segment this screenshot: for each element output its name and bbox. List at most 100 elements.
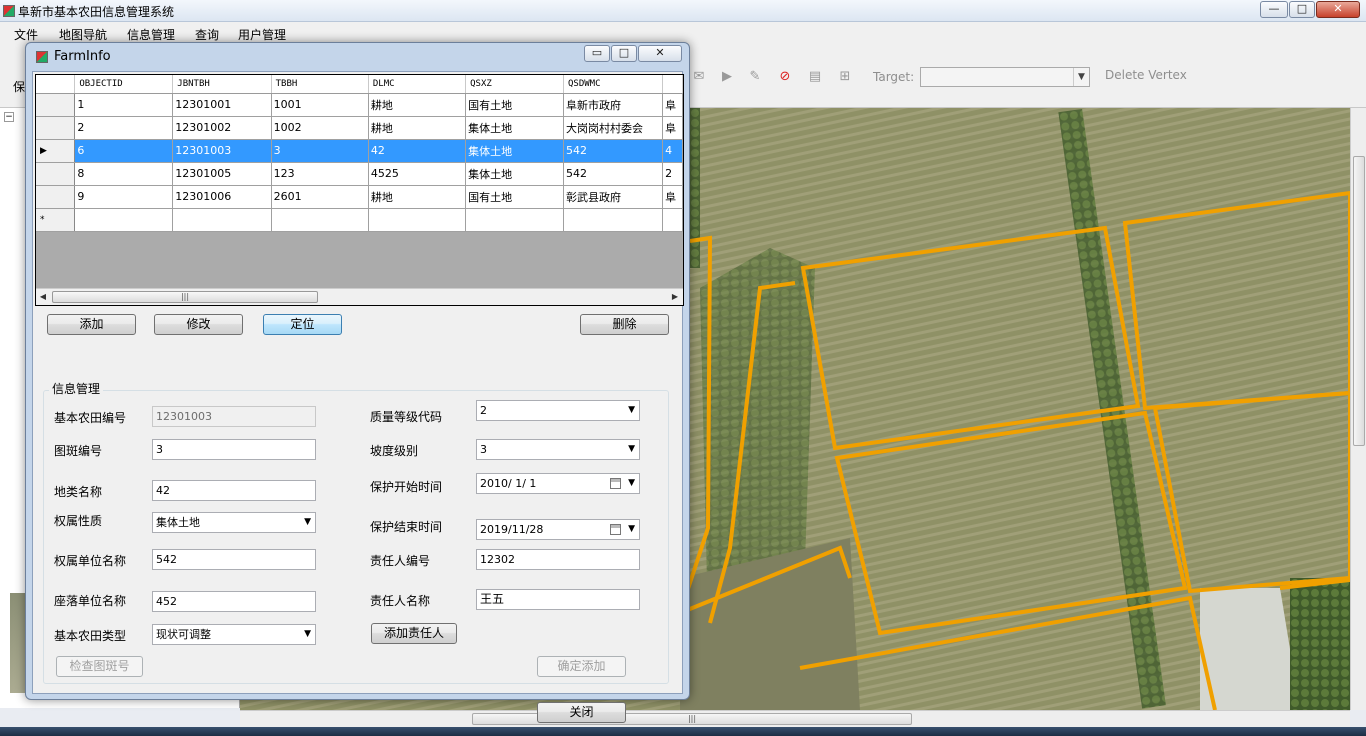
grid-cell[interactable]: 耕地 — [368, 116, 467, 140]
grid-column-header[interactable]: JBNTBH — [172, 75, 272, 94]
dialog-close-button[interactable]: ✕ — [638, 45, 682, 62]
play-icon[interactable]: ▶ — [718, 68, 736, 86]
grid-cell[interactable] — [74, 208, 174, 232]
close-dialog-button[interactable]: 关闭 — [537, 702, 626, 723]
grid-cell[interactable]: 12301005 — [172, 162, 272, 186]
grid-cell[interactable]: 4525 — [368, 162, 467, 186]
locate-button[interactable]: 定位 — [263, 314, 342, 335]
owner-unit-field[interactable]: 542 — [152, 549, 316, 570]
add-button[interactable]: 添加 — [47, 314, 136, 335]
check-patch-button[interactable]: 检查图斑号 — [56, 656, 143, 677]
chevron-down-icon[interactable]: ▼ — [1073, 68, 1089, 86]
scroll-left-icon[interactable]: ◀ — [37, 291, 49, 303]
grid-cell[interactable]: 彰武县政府 — [563, 185, 664, 209]
scroll-right-icon[interactable]: ▶ — [669, 291, 681, 303]
grid-column-header[interactable] — [662, 75, 683, 94]
grid-cell[interactable]: 集体土地 — [465, 162, 564, 186]
dialog-maximize-button[interactable]: □ — [611, 45, 637, 62]
map-horizontal-scrollbar[interactable]: ||| — [240, 710, 1350, 727]
grid-cell[interactable] — [465, 208, 564, 232]
map-vertical-scrollbar[interactable] — [1350, 108, 1366, 710]
grid-cell[interactable]: 国有土地 — [465, 185, 564, 209]
chevron-down-icon[interactable]: ▼ — [628, 520, 635, 539]
close-button[interactable]: ✕ — [1316, 1, 1360, 18]
grid-cell[interactable]: 8 — [74, 162, 174, 186]
sketch-icon[interactable]: ⊞ — [836, 68, 854, 86]
menu-info-manage[interactable]: 信息管理 — [127, 26, 175, 43]
dialog-minimize-button[interactable]: ▭ — [584, 45, 610, 62]
grid-scroll-thumb[interactable]: ||| — [52, 291, 318, 303]
no-entry-icon[interactable]: ⊘ — [776, 68, 794, 86]
calendar-icon[interactable] — [610, 524, 621, 535]
table-row[interactable]: * — [36, 208, 683, 232]
tree-collapse-icon[interactable]: − — [4, 112, 14, 122]
row-header[interactable]: * — [36, 208, 76, 232]
grid-cell[interactable]: 12301001 — [172, 93, 272, 117]
grid-column-header[interactable]: QSDWMC — [563, 75, 664, 94]
grid-cell[interactable]: 3 — [271, 139, 369, 163]
target-select[interactable]: ▼ — [920, 67, 1090, 87]
grid-cell[interactable]: 阜 — [662, 116, 683, 140]
grid-cell[interactable] — [662, 208, 683, 232]
grid-cell[interactable] — [271, 208, 369, 232]
grid-cell[interactable]: 12301006 — [172, 185, 272, 209]
row-header[interactable]: ▶ — [36, 139, 76, 163]
quality-select[interactable]: 2 ▼ — [476, 400, 640, 421]
farm-no-field[interactable]: 12301003 — [152, 406, 316, 427]
chevron-down-icon[interactable]: ▼ — [304, 513, 311, 532]
farm-data-grid[interactable]: OBJECTID JBNTBH TBBH DLMC QSXZ QSDWMC 11… — [35, 74, 684, 306]
grid-column-header[interactable]: TBBH — [271, 75, 369, 94]
minimize-button[interactable]: — — [1260, 1, 1288, 18]
table-row[interactable]: ▶ 6 12301003 3 42 集体土地 542 4 — [36, 139, 683, 163]
grid-cell[interactable]: 2 — [662, 162, 683, 186]
start-date-picker[interactable]: 2010/ 1/ 1 ▼ — [476, 473, 640, 494]
chevron-down-icon[interactable]: ▼ — [628, 474, 635, 493]
ownership-select[interactable]: 集体土地 ▼ — [152, 512, 316, 533]
grid-cell[interactable]: 6 — [74, 139, 174, 163]
chevron-down-icon[interactable]: ▼ — [628, 401, 635, 420]
grid-cell[interactable]: 42 — [368, 139, 467, 163]
maximize-button[interactable]: □ — [1289, 1, 1315, 18]
table-icon[interactable]: ▤ — [806, 68, 824, 86]
grid-cell[interactable]: 9 — [74, 185, 174, 209]
row-header[interactable] — [36, 93, 76, 117]
row-header[interactable] — [36, 162, 76, 186]
grid-cell[interactable]: 大岗岗村村委会 — [563, 116, 664, 140]
delete-vertex-button[interactable]: Delete Vertex — [1105, 68, 1187, 82]
grid-horizontal-scrollbar[interactable]: ◀ ||| ▶ — [36, 288, 683, 305]
grid-column-header[interactable]: QSXZ — [465, 75, 564, 94]
grid-cell[interactable]: 2601 — [271, 185, 369, 209]
grid-cell[interactable]: 1 — [74, 93, 174, 117]
table-row[interactable]: 9 12301006 2601 耕地 国有土地 彰武县政府阜 — [36, 185, 683, 209]
calendar-icon[interactable] — [610, 478, 621, 489]
grid-cell[interactable]: 耕地 — [368, 93, 467, 117]
patch-no-field[interactable]: 3 — [152, 439, 316, 460]
located-unit-field[interactable]: 452 — [152, 591, 316, 612]
grid-cell[interactable]: 2 — [74, 116, 174, 140]
row-header[interactable] — [36, 185, 76, 209]
envelope-icon[interactable]: ✉ — [690, 68, 708, 86]
save-label-partial[interactable]: 保 — [13, 78, 25, 95]
grid-cell[interactable]: 1001 — [271, 93, 369, 117]
grid-cell[interactable]: 阜新市政府 — [563, 93, 664, 117]
land-class-field[interactable]: 42 — [152, 480, 316, 501]
grid-cell[interactable] — [563, 208, 664, 232]
delete-button[interactable]: 删除 — [580, 314, 669, 335]
end-date-picker[interactable]: 2019/11/28 ▼ — [476, 519, 640, 540]
grid-cell[interactable]: 123 — [271, 162, 369, 186]
table-row[interactable]: 2 12301002 1002 耕地 集体土地 大岗岗村村委会阜 — [36, 116, 683, 140]
grid-cell[interactable] — [368, 208, 467, 232]
grid-cell[interactable]: 阜 — [662, 185, 683, 209]
menu-user-manage[interactable]: 用户管理 — [238, 26, 286, 43]
farm-type-select[interactable]: 现状可调整 ▼ — [152, 624, 316, 645]
edit-button[interactable]: 修改 — [154, 314, 243, 335]
grid-cell[interactable]: 1002 — [271, 116, 369, 140]
add-person-button[interactable]: 添加责任人 — [371, 623, 457, 644]
grid-cell[interactable]: 542 — [563, 162, 664, 186]
menu-map-nav[interactable]: 地图导航 — [59, 26, 107, 43]
menu-query[interactable]: 查询 — [195, 26, 219, 43]
slope-select[interactable]: 3 ▼ — [476, 439, 640, 460]
confirm-add-button[interactable]: 确定添加 — [537, 656, 626, 677]
grid-cell[interactable]: 耕地 — [368, 185, 467, 209]
grid-column-header[interactable]: DLMC — [368, 75, 467, 94]
